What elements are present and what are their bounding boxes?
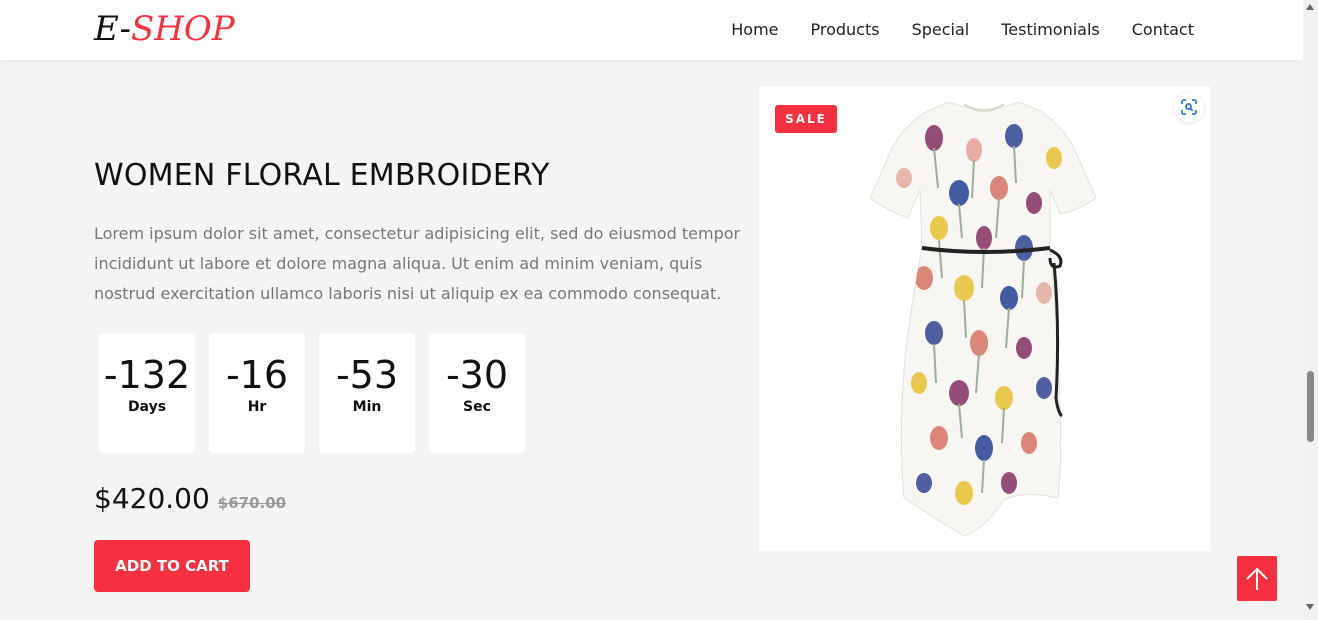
countdown-days: -132 Days bbox=[99, 333, 195, 453]
countdown-seconds-value: -30 bbox=[445, 353, 509, 397]
product-description: Lorem ipsum dolor sit amet, consectetur … bbox=[94, 224, 741, 303]
nav-link-contact[interactable]: Contact bbox=[1132, 19, 1194, 41]
countdown-days-label: Days bbox=[127, 399, 167, 415]
brand-logo-name: SHOP bbox=[130, 9, 235, 49]
countdown-minutes-value: -53 bbox=[335, 353, 399, 397]
product-image-card: SALE bbox=[759, 86, 1210, 551]
old-price: $670.00 bbox=[217, 494, 287, 512]
scroll-to-top-button[interactable] bbox=[1237, 556, 1277, 601]
nav-link-testimonials[interactable]: Testimonials bbox=[1001, 19, 1100, 41]
price-row: $420.00 $670.00 bbox=[94, 482, 286, 515]
product-title: WOMEN FLORAL EMBROIDERY bbox=[94, 158, 550, 193]
brand-logo[interactable]: E-SHOP bbox=[94, 9, 235, 49]
nav-link-home[interactable]: Home bbox=[731, 19, 778, 41]
page-scrollbar[interactable] bbox=[1303, 0, 1318, 620]
scrollbar-thumb[interactable] bbox=[1307, 371, 1314, 442]
zoom-scan-icon[interactable] bbox=[1174, 92, 1204, 122]
countdown-seconds: -30 Sec bbox=[429, 333, 525, 453]
nav-link-special[interactable]: Special bbox=[912, 19, 970, 41]
scrollbar-down-arrow-icon[interactable] bbox=[1306, 604, 1314, 610]
main-nav: Home Products Special Testimonials Conta… bbox=[731, 19, 1194, 41]
scrollbar-up-arrow-icon[interactable] bbox=[1306, 4, 1314, 10]
countdown-hours-value: -16 bbox=[225, 353, 289, 397]
nav-link-products[interactable]: Products bbox=[811, 19, 880, 41]
countdown-timer: -132 Days -16 Hr -53 Min -30 Sec bbox=[99, 333, 525, 453]
countdown-hours-label: Hr bbox=[247, 399, 267, 415]
floral-dress-image bbox=[869, 101, 1097, 537]
countdown-hours: -16 Hr bbox=[209, 333, 305, 453]
sale-badge: SALE bbox=[775, 105, 837, 133]
countdown-seconds-label: Sec bbox=[463, 399, 491, 415]
countdown-minutes: -53 Min bbox=[319, 333, 415, 453]
current-price: $420.00 bbox=[94, 482, 210, 515]
site-header: E-SHOP Home Products Special Testimonial… bbox=[0, 0, 1303, 60]
countdown-minutes-label: Min bbox=[352, 399, 382, 415]
add-to-cart-button[interactable]: ADD TO CART bbox=[94, 540, 250, 592]
countdown-days-value: -132 bbox=[103, 353, 191, 397]
brand-logo-prefix: E- bbox=[94, 9, 131, 49]
arrow-up-icon bbox=[1246, 567, 1268, 590]
